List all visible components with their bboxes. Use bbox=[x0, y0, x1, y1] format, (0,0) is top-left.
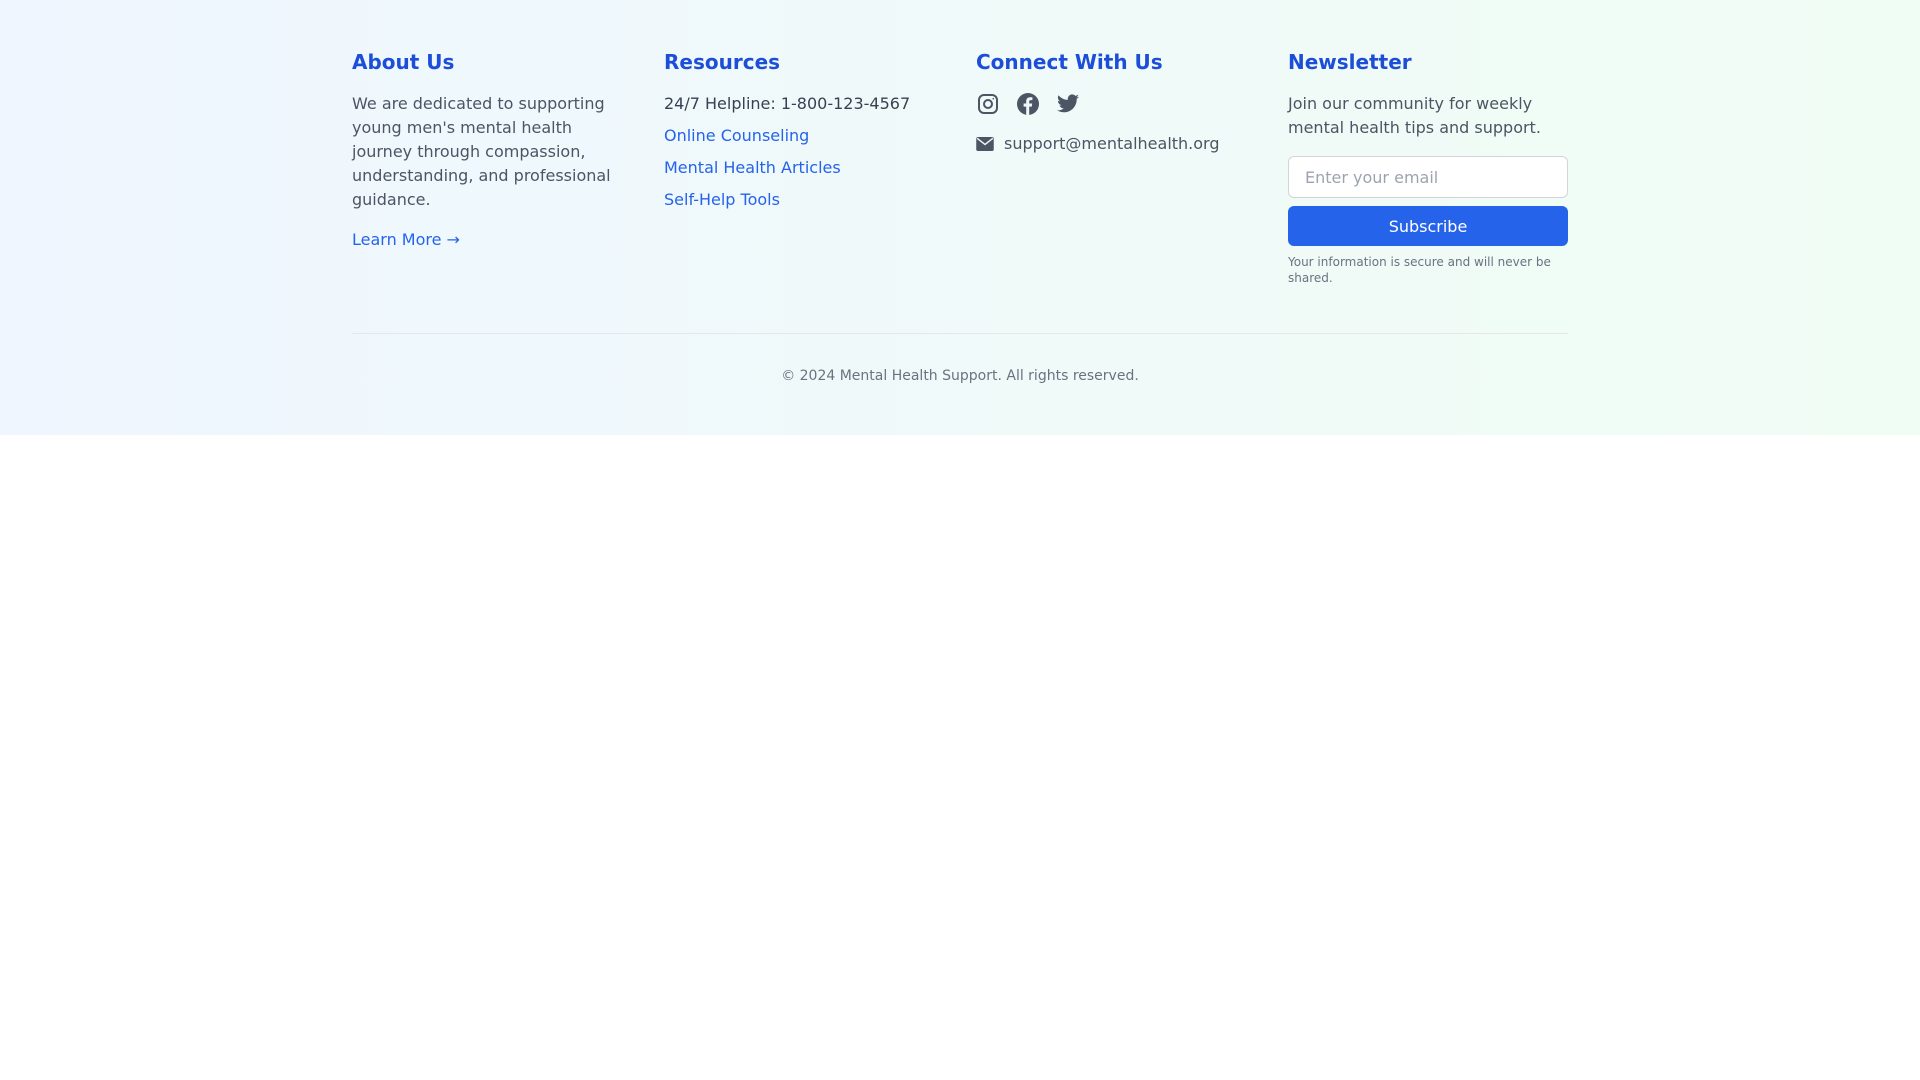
subscribe-button[interactable]: Subscribe bbox=[1288, 206, 1568, 246]
footer-divider bbox=[352, 333, 1568, 334]
connect-section: Connect With Us support@mentalhealth.org bbox=[976, 48, 1256, 286]
newsletter-description: Join our community for weekly mental hea… bbox=[1288, 94, 1541, 137]
connect-heading: Connect With Us bbox=[976, 50, 1163, 74]
self-help-tools-link[interactable]: Self-Help Tools bbox=[664, 188, 944, 212]
newsletter-email-input[interactable] bbox=[1288, 156, 1568, 198]
newsletter-heading: Newsletter bbox=[1288, 50, 1412, 74]
twitter-icon[interactable] bbox=[1056, 92, 1080, 116]
privacy-note: Your information is secure and will neve… bbox=[1288, 255, 1551, 285]
footer-container: About Us We are dedicated to supporting … bbox=[352, 0, 1568, 384]
about-heading: About Us bbox=[352, 50, 455, 74]
online-counseling-link[interactable]: Online Counseling bbox=[664, 124, 944, 148]
contact-email-link[interactable]: support@mentalhealth.org bbox=[1004, 132, 1220, 156]
contact-email-row: support@mentalhealth.org bbox=[976, 132, 1256, 156]
instagram-icon[interactable] bbox=[976, 92, 1000, 116]
learn-more-link[interactable]: Learn More → bbox=[352, 228, 632, 252]
newsletter-section: Newsletter Join our community for weekly… bbox=[1288, 48, 1568, 286]
social-links bbox=[976, 92, 1256, 116]
facebook-icon[interactable] bbox=[1016, 92, 1040, 116]
site-footer: About Us We are dedicated to supporting … bbox=[0, 0, 1920, 435]
helpline-text: 24/7 Helpline: 1-800-123-4567 bbox=[664, 94, 911, 113]
envelope-icon bbox=[976, 137, 994, 151]
resources-section: Resources 24/7 Helpline: 1-800-123-4567 … bbox=[664, 48, 944, 286]
resources-heading: Resources bbox=[664, 50, 781, 74]
copyright-text: © 2024 Mental Health Support. All rights… bbox=[781, 368, 1139, 384]
about-description: We are dedicated to supporting young men… bbox=[352, 94, 611, 209]
mental-health-articles-link[interactable]: Mental Health Articles bbox=[664, 156, 944, 180]
resources-links: Online Counseling Mental Health Articles… bbox=[664, 124, 944, 212]
about-section: About Us We are dedicated to supporting … bbox=[352, 48, 632, 286]
footer-grid: About Us We are dedicated to supporting … bbox=[352, 0, 1568, 286]
